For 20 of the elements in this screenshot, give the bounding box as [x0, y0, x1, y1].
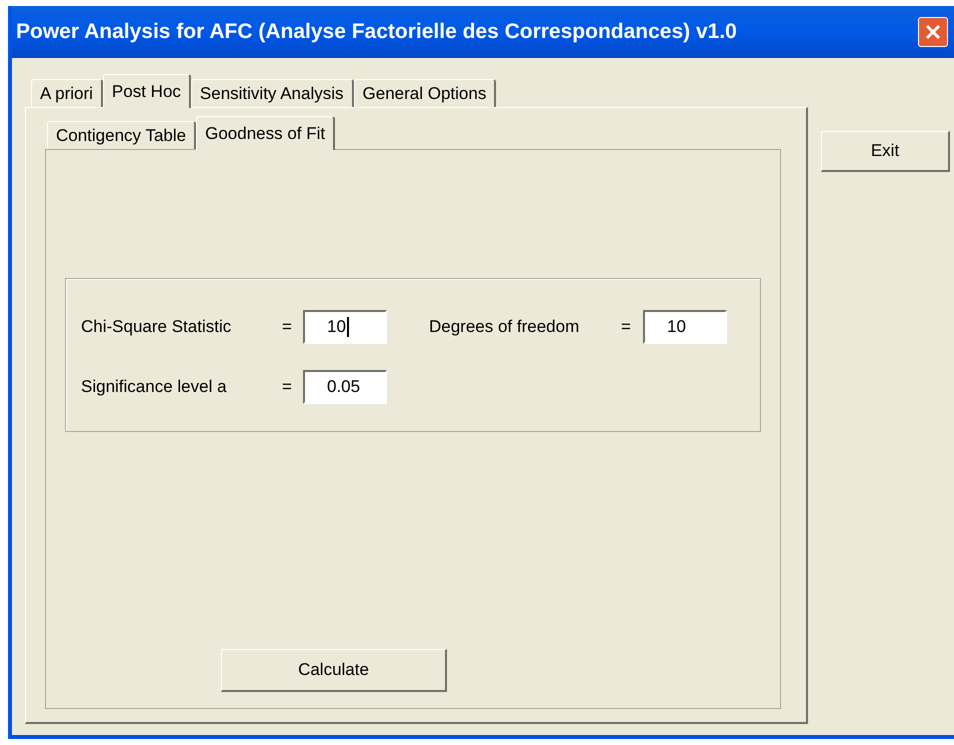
- field-label: Degrees of freedom: [429, 316, 580, 338]
- tab[interactable]: Sensitivity Analysis: [190, 79, 354, 107]
- tab[interactable]: Contigency Table: [47, 121, 196, 149]
- close-icon: [924, 23, 942, 41]
- input-field[interactable]: 10: [303, 310, 387, 344]
- equals-sign: =: [281, 316, 293, 338]
- input-field[interactable]: 0.05: [303, 370, 387, 404]
- equals-sign: =: [281, 376, 293, 398]
- equals-sign: =: [620, 316, 632, 338]
- calculate-button[interactable]: Calculate: [221, 649, 447, 692]
- tab[interactable]: Post Hoc: [102, 74, 191, 108]
- field-label: Chi-Square Statistic: [81, 316, 232, 338]
- input-field[interactable]: 10: [643, 310, 727, 344]
- tab[interactable]: Goodness of Fit: [196, 116, 336, 150]
- tab[interactable]: General Options: [354, 79, 496, 107]
- window-title: Power Analysis for AFC (Analyse Factorielle des Correspondances) v1.0: [16, 19, 737, 46]
- exit-button[interactable]: Exit: [821, 131, 950, 172]
- close-button[interactable]: [918, 17, 948, 47]
- field-label: Significance level a: [81, 376, 228, 398]
- tab[interactable]: A priori: [31, 79, 103, 107]
